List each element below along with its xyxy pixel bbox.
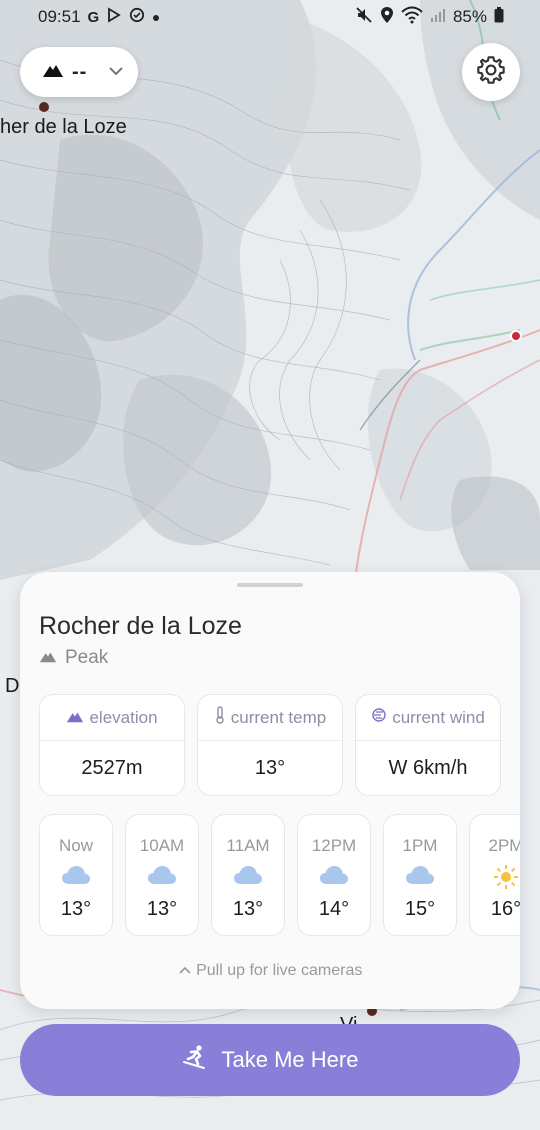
battery-icon — [494, 6, 504, 28]
poi-pin[interactable] — [510, 330, 522, 342]
hour-temp: 13° — [60, 898, 92, 920]
mountain-icon — [42, 62, 64, 83]
hour-label: 11AM — [226, 836, 270, 855]
stat-value: W 6km/h — [388, 756, 468, 779]
mute-icon — [355, 6, 373, 29]
status-time: 09:51 — [38, 7, 81, 26]
peak-icon — [39, 647, 57, 669]
sun-icon — [493, 864, 519, 890]
peak-marker-dot[interactable] — [39, 102, 49, 112]
chevron-down-icon — [108, 63, 124, 81]
elevation-value: -- — [72, 60, 88, 83]
place-type-label: Peak — [65, 647, 109, 668]
settings-button[interactable] — [462, 43, 520, 101]
wind-icon — [371, 707, 387, 728]
cloud-icon — [319, 864, 349, 890]
map-label-partial: D — [5, 675, 20, 697]
chevron-up-icon — [178, 962, 196, 979]
wifi-icon — [401, 6, 423, 29]
skier-icon — [182, 1044, 208, 1076]
sheet-drag-handle[interactable] — [237, 583, 303, 587]
hourly-card-12pm[interactable]: 12PM 14° — [297, 814, 371, 936]
mountain-icon — [66, 708, 84, 728]
cloud-icon — [147, 864, 177, 890]
pull-up-hint[interactable]: Pull up for live cameras — [20, 962, 520, 980]
shield-icon — [129, 7, 145, 28]
location-icon — [380, 6, 394, 29]
pull-up-label: Pull up for live cameras — [196, 962, 363, 979]
stat-label: elevation — [89, 707, 158, 727]
hour-temp: 13° — [146, 898, 178, 920]
play-store-icon — [106, 6, 122, 28]
hourly-card-2pm[interactable]: 2PM 16° — [469, 814, 520, 936]
dot-icon — [152, 7, 160, 27]
cloud-icon — [405, 864, 435, 890]
stat-card-elevation: elevation 2527m — [39, 694, 185, 796]
hour-label: Now — [58, 836, 93, 855]
hour-label: 2PM — [488, 836, 520, 855]
status-bar: 09:51 G 85% — [0, 0, 540, 34]
cloud-icon — [233, 864, 263, 890]
hourly-card-10am[interactable]: 10AM 13° — [125, 814, 199, 936]
gear-icon — [475, 54, 507, 91]
stat-label: current temp — [230, 707, 327, 727]
hour-label: 12PM — [311, 836, 357, 855]
hour-temp: 14° — [318, 898, 350, 920]
take-me-here-label: Take Me Here — [221, 1047, 359, 1072]
thermometer-icon — [214, 706, 226, 729]
signal-icon — [430, 7, 446, 28]
stat-value: 2527m — [81, 756, 143, 779]
hour-label: 1PM — [402, 836, 438, 855]
elevation-selector[interactable]: -- — [20, 47, 138, 97]
stat-value: 13° — [254, 756, 286, 779]
place-title: Rocher de la Loze — [39, 612, 242, 640]
stat-card-temp: current temp 13° — [197, 694, 343, 796]
hour-temp: 15° — [404, 898, 436, 920]
hourly-card-11am[interactable]: 11AM 13° — [211, 814, 285, 936]
hourly-card-1pm[interactable]: 1PM 15° — [383, 814, 457, 936]
hourly-card-now[interactable]: Now 13° — [39, 814, 113, 936]
stat-card-wind: current wind W 6km/h — [355, 694, 501, 796]
hour-temp: 13° — [232, 898, 264, 920]
map-label-peak[interactable]: her de la Loze — [0, 116, 127, 139]
take-me-here-button[interactable]: Take Me Here — [20, 1024, 520, 1096]
place-type: Peak — [39, 647, 108, 669]
place-details-sheet[interactable]: Rocher de la Loze Peak elevation 2527m c… — [20, 572, 520, 1009]
cloud-icon — [61, 864, 91, 890]
stat-label: current wind — [392, 707, 485, 727]
hour-temp: 16° — [490, 898, 520, 920]
hour-label: 10AM — [139, 836, 185, 855]
google-icon: G — [87, 8, 100, 26]
battery-percent: 85% — [452, 7, 487, 26]
